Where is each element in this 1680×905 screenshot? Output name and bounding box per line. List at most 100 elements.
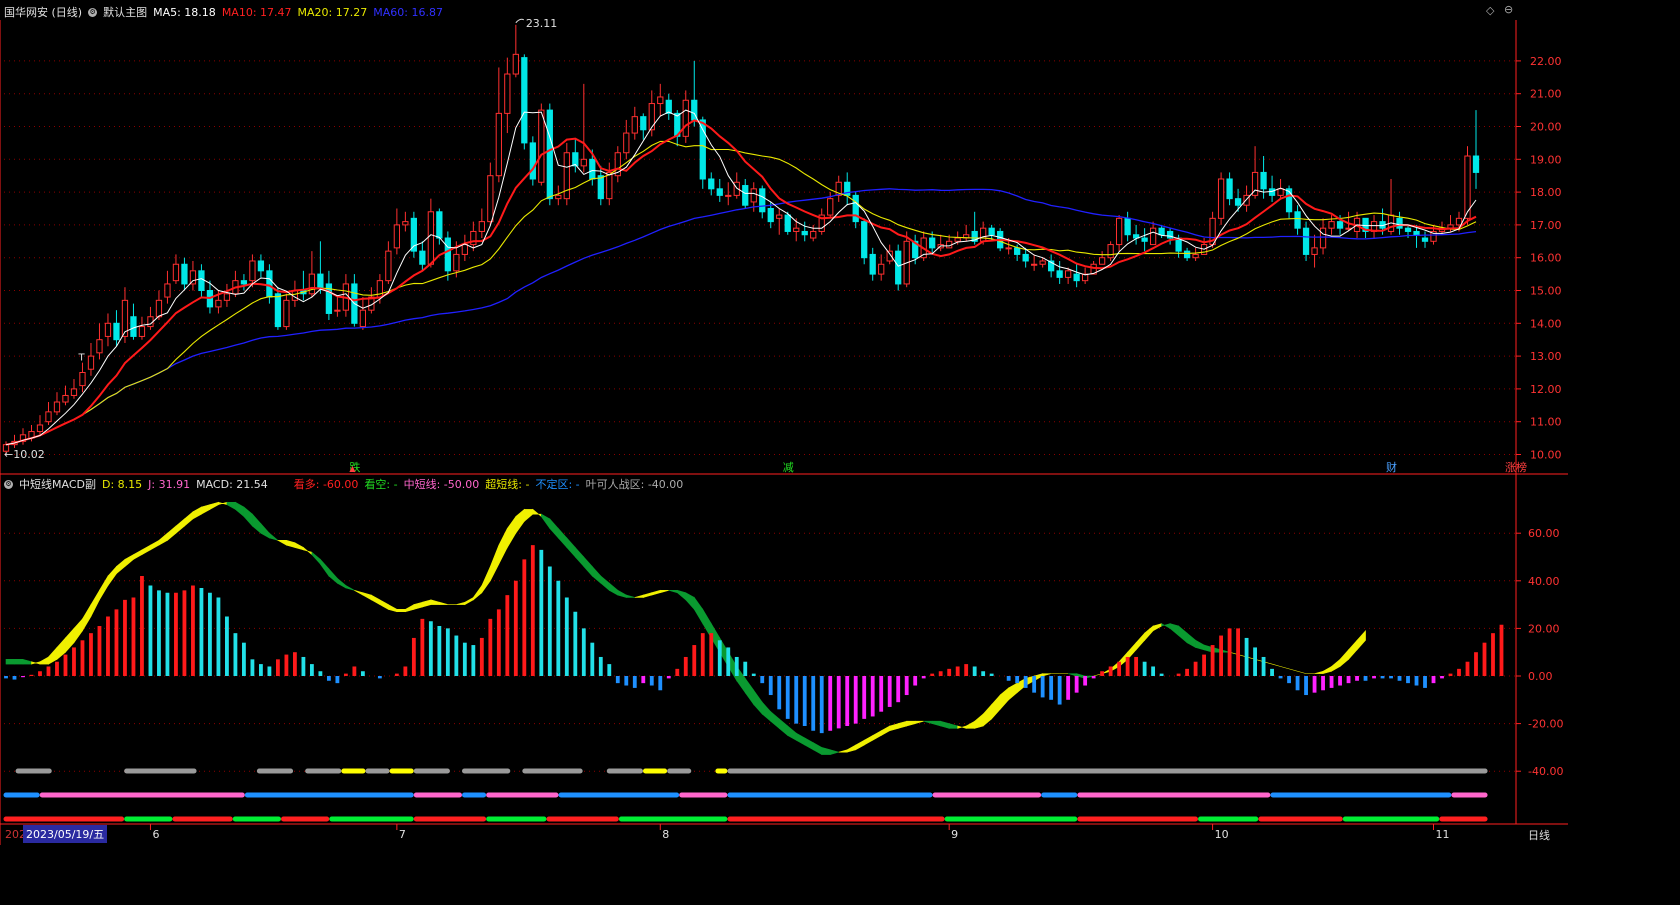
candle-body [852,194,859,223]
macd-ribbon-seg [99,574,109,601]
candle-body [521,57,528,144]
macd-ribbon-seg [1135,632,1145,651]
candle-body [725,194,732,197]
stock-title[interactable]: 国华网安 (日线) [4,4,82,20]
macd-ribbon-seg [490,544,500,581]
macd-ribbon-seg [991,694,1001,720]
candle-body [274,293,282,328]
candle-body [1421,237,1429,242]
candle-body [1115,217,1123,246]
minimize-circle-icon[interactable]: ⊖ [1504,3,1513,16]
macd-ribbon-seg [175,518,185,534]
macd-tick-label: -40.00 [1528,765,1563,778]
macd-ribbon-seg [379,599,389,610]
candle-body [444,237,451,272]
candle-body [36,424,44,433]
candle-body [1285,188,1293,213]
macd-ribbon-seg [659,590,669,594]
candle-body [1014,247,1021,255]
macd-ribbon-seg [931,720,941,727]
candle-body [155,299,163,318]
candle-body [283,299,290,328]
candle-body [1141,237,1148,242]
kline-svg[interactable]: 10.00 11.00 12.00 13.00 14.00 15.00 16.00 17.00… [0,0,1568,845]
candle-body [1124,217,1131,236]
diamond-icon[interactable]: ◇ [1486,4,1494,17]
macd-ribbon-seg [269,532,279,541]
macd-ribbon-seg [464,596,474,606]
event-marker: ▲ [349,464,356,473]
candle-body [240,280,248,285]
macd-ribbon-seg [668,590,678,594]
macd-ribbon-seg [294,542,304,551]
macd-ribbon-seg [150,539,160,551]
price-tick-label: 10.00 [1530,449,1562,462]
candle-body [1073,273,1080,282]
low-label: ←10.02 [4,448,45,461]
macd-ribbon-seg [82,603,92,632]
candle-body [419,250,426,265]
sub-chart-header: ⚙ 中短线MACD副 D: 8.15 J: 31.91 MACD: 21.54 … [4,476,689,492]
candle-body [223,293,231,301]
macd-ribbon-seg [1339,649,1349,668]
candle-body [631,116,638,134]
candle-body [827,198,834,216]
macd-ribbon-seg [685,592,695,611]
macd-ribbon-seg [829,749,840,755]
settings-circle-icon[interactable]: ⚙ [88,7,98,17]
macd-ribbon-seg [1271,663,1281,667]
template-label[interactable]: 默认主图 [103,4,147,20]
macd-ribbon-seg [507,515,517,549]
macd-value: MACD: 21.54 [196,477,268,491]
candle-body [1192,253,1199,259]
candle-body [257,260,265,272]
macd-ribbon-seg [107,565,117,587]
indicator-circle-icon[interactable]: ⚙ [4,479,13,489]
macd-ribbon-seg [303,546,313,556]
macd-ribbon-seg [592,565,602,584]
macd-ribbon-seg [778,718,789,737]
candle-body [1226,178,1233,200]
macd-ribbon-seg [1008,682,1018,701]
candle-body [113,322,120,341]
candle-body [640,116,647,131]
high-label: 23.11 [526,17,558,30]
candle-body [334,309,341,312]
month-label: 6 [152,828,159,841]
macd-ribbon-seg [337,577,347,589]
macd-ribbon-seg [456,601,466,605]
macd-ribbon-seg [276,540,287,546]
macd-ribbon-seg [693,596,704,625]
candle-body [1039,260,1046,265]
candle-body [1260,171,1267,190]
candle-body [62,394,69,403]
yeke-value: 叶可人战区: -40.00 [585,478,684,491]
candle-body [988,227,995,236]
candle-body [555,194,562,200]
candle-body [1022,253,1029,262]
macd-ribbon-seg [396,609,406,613]
macd-ribbon-seg [897,720,907,729]
candle-body [954,237,961,242]
candle-body [623,132,630,154]
macd-ribbon-seg [804,737,814,751]
macd-ribbon-seg [362,592,372,601]
candle-body [1328,221,1335,229]
macd-ribbon-seg [761,701,772,722]
candles-group [2,24,1480,454]
candle-body [504,73,511,114]
macd-ribbon-seg [1178,625,1188,644]
macd-ribbon-seg [948,723,958,729]
candle-body [461,244,468,255]
d-value: D: 8.15 [101,477,143,491]
candle-body [1005,247,1012,250]
candle-body [215,299,222,308]
macd-ribbon-seg [549,518,559,539]
macd-ribbon-seg [524,509,534,522]
period-label[interactable]: 日线 [1528,827,1550,843]
macd-ribbon-seg [812,742,823,756]
indicator-name[interactable]: 中短线MACD副 [19,476,96,492]
candle-body [249,260,256,282]
macd-ribbon-seg [1356,629,1366,651]
candle-body [895,250,902,285]
